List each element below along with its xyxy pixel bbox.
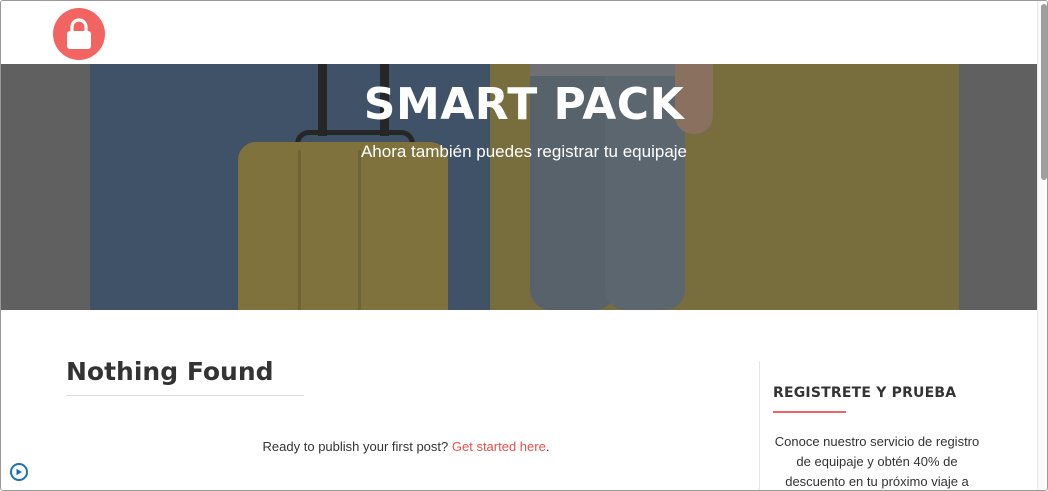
hero-subtitle: Ahora también puedes registrar tu equipa… bbox=[360, 142, 688, 161]
play-button[interactable] bbox=[10, 463, 28, 481]
padlock-icon bbox=[67, 18, 91, 49]
notice-text: Ready to publish your first post? bbox=[262, 439, 452, 454]
widget-title: REGISTRETE Y PRUEBA bbox=[773, 385, 957, 401]
page-title: Nothing Found bbox=[66, 357, 274, 386]
scrollbar-thumb[interactable] bbox=[1041, 4, 1047, 180]
widget-text: Conoce nuestro servicio de registro de e… bbox=[774, 434, 980, 489]
site-logo[interactable] bbox=[53, 8, 105, 60]
hero-title: SMART PACK bbox=[363, 79, 685, 130]
get-started-link[interactable]: Get started here bbox=[452, 439, 546, 454]
play-circle-icon bbox=[16, 468, 22, 476]
sidebar-divider bbox=[759, 361, 760, 490]
title-divider bbox=[66, 395, 304, 396]
site-header bbox=[1, 1, 1037, 64]
vertical-scrollbar[interactable] bbox=[1037, 1, 1047, 490]
no-posts-notice: Ready to publish your first post? Get st… bbox=[1, 439, 811, 454]
notice-end: . bbox=[545, 439, 550, 454]
browser-viewport: SMART PACK Ahora también puedes registra… bbox=[0, 0, 1048, 491]
widget-title-underline bbox=[773, 411, 846, 413]
